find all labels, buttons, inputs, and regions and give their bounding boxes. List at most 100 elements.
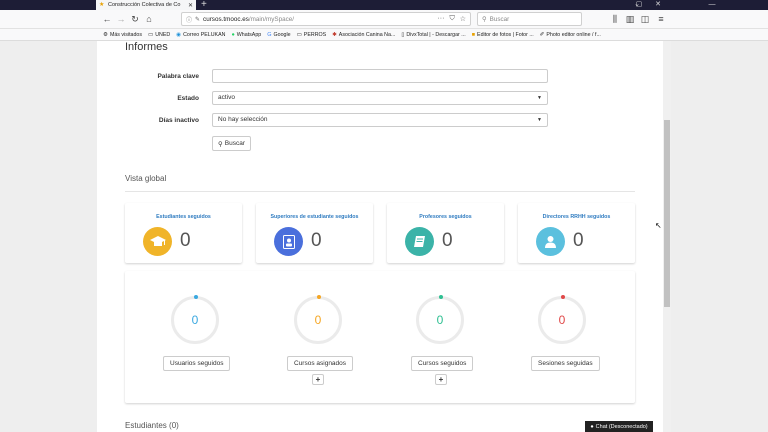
card-followed-students[interactable]: Estudiantes seguidos 0 (125, 203, 242, 263)
progress-dot (317, 295, 321, 299)
book-icon (405, 227, 434, 256)
bookmark-item[interactable]: ⚙ Más visitados (103, 32, 142, 38)
page-actions-icon[interactable]: ··· (437, 15, 444, 23)
caret-down-icon: ▼ (537, 117, 542, 123)
mouse-cursor-icon: ↖ (655, 221, 662, 230)
chat-button[interactable]: ● Chat (Desconectado) (585, 421, 653, 432)
main-content: Informes Palabra clave Estado activo ▼ D… (97, 41, 663, 432)
whatsapp-icon: ● (231, 31, 235, 38)
stat-ring: 0 (294, 295, 342, 344)
stat-ring: 0 (416, 295, 464, 344)
card-followed-superiors[interactable]: Superiores de estudiante seguidos 0 (256, 203, 373, 263)
progress-dot (194, 295, 198, 299)
inactive-days-select[interactable]: No hay selección ▼ (212, 113, 548, 127)
site-icon: ✎ (195, 16, 201, 23)
screenshot-icon[interactable]: ◫ (639, 13, 651, 25)
id-badge-icon (274, 227, 303, 256)
search-button[interactable]: ⚲ Buscar (212, 136, 251, 151)
stat-ring: 0 (171, 295, 219, 344)
folder-icon: ▭ (296, 31, 302, 38)
navigation-bar: ← → ↻ ⌂ ⓘ ✎ cursos.tmooc.es/main/mySpace… (0, 10, 768, 29)
bookmark-item[interactable]: ▭ PERROS (297, 32, 327, 38)
bookmark-item[interactable]: ✱ Asociación Canina Na... (332, 32, 395, 38)
card-followed-hr-directors[interactable]: Directores RRHH seguidos 0 (518, 203, 635, 263)
library-icon[interactable]: ⫼ (609, 13, 621, 25)
divider (125, 191, 635, 192)
mail-icon: ◉ (176, 31, 182, 38)
card-label: Directores RRHH seguidos (542, 214, 611, 220)
search-placeholder: Buscar (489, 15, 510, 23)
paw-icon: ✱ (332, 31, 337, 38)
chat-label: Chat (Desconectado) (595, 423, 648, 430)
browser-tab[interactable]: ★ Construcción Colectiva de Co ✕ (96, 0, 196, 10)
bookmark-item[interactable]: ▭ UNED (148, 32, 170, 38)
followed-users-button[interactable]: Usuarios seguidos (163, 356, 231, 371)
bookmark-item[interactable]: ■ Editor de fotos | Fotor ... (472, 32, 534, 38)
progress-dot (439, 295, 443, 299)
chat-icon: ● (590, 423, 594, 430)
card-value: 0 (442, 230, 453, 251)
graduation-cap-icon (143, 227, 172, 256)
card-label: Profesores seguidos (419, 214, 472, 220)
info-icon[interactable]: ⓘ (186, 15, 192, 24)
forward-icon[interactable]: → (115, 13, 127, 25)
stats-panel: 0 Usuarios seguidos 0 Cursos asignados +… (125, 271, 635, 403)
bookmarks-bar: ⚙ Más visitados ▭ UNED ◉ Correo PELUKAN ● Wh… (0, 29, 768, 41)
card-followed-teachers[interactable]: Profesores seguidos 0 (387, 203, 504, 263)
followed-courses-button[interactable]: Cursos seguidos (411, 356, 474, 371)
tab-title: Construcción Colectiva de Co (108, 2, 181, 8)
bookmark-item[interactable]: ✐ Photo editor online / f... (540, 32, 601, 38)
bookmark-item[interactable]: ▯ DivxTotal | - Descargar ... (401, 32, 465, 38)
page-icon: ▯ (401, 31, 405, 38)
state-select-value: activo (218, 94, 235, 101)
followed-sessions-button[interactable]: Sesiones seguidas (531, 356, 600, 371)
state-label: Estado (177, 95, 199, 102)
gear-icon: ⚙ (103, 31, 108, 38)
close-window-icon[interactable]: ✕ (651, 0, 665, 10)
expand-followed-courses-button[interactable]: + (435, 374, 447, 385)
photo-icon: ■ (471, 31, 476, 38)
inactive-days-value: No hay selección (218, 116, 268, 123)
user-icon (536, 227, 565, 256)
back-icon[interactable]: ← (101, 13, 113, 25)
menu-icon[interactable]: ≡ (655, 13, 667, 25)
maximize-icon[interactable]: ▢ (632, 0, 646, 10)
bookmark-item[interactable]: ● WhatsApp (231, 32, 261, 38)
home-icon[interactable]: ⌂ (143, 13, 155, 25)
url-text: cursos.tmooc.es/main/mySpace/ (203, 15, 295, 23)
progress-dot (561, 295, 565, 299)
search-button-label: Buscar (224, 140, 245, 147)
overview-title: Vista global (125, 174, 167, 183)
state-select[interactable]: activo ▼ (212, 91, 548, 105)
keyword-label: Palabra clave (157, 73, 199, 80)
reload-icon[interactable]: ↻ (129, 13, 141, 25)
stat-value: 0 (191, 313, 199, 327)
sidebar-icon[interactable]: ▥ (624, 13, 636, 25)
search-icon: ⚲ (218, 140, 223, 148)
folder-icon: ▭ (148, 31, 154, 38)
stat-value: 0 (314, 313, 322, 327)
bookmark-star-icon[interactable]: ☆ (460, 15, 466, 23)
assigned-courses-button[interactable]: Cursos asignados (287, 356, 354, 371)
stat-ring: 0 (538, 295, 586, 344)
expand-assigned-courses-button[interactable]: + (312, 374, 324, 385)
tab-close-icon[interactable]: ✕ (188, 2, 193, 9)
minimize-icon[interactable]: — (705, 0, 719, 10)
search-icon: ⚲ (482, 15, 487, 23)
page-title: Informes (125, 41, 168, 53)
search-bar[interactable]: ⚲ Buscar (477, 12, 582, 26)
url-bar[interactable]: ⓘ ✎ cursos.tmooc.es/main/mySpace/ ··· ⛉ … (181, 12, 471, 26)
bookmark-item[interactable]: G Google (267, 32, 290, 38)
students-section-title: Estudiantes (0) (125, 421, 179, 430)
card-label: Superiores de estudiante seguidos (270, 214, 359, 220)
brush-icon: ✐ (539, 31, 545, 38)
new-tab-icon[interactable]: + (201, 0, 207, 10)
pocket-icon[interactable]: ⛉ (449, 15, 454, 23)
site-favicon-icon: ★ (99, 2, 105, 8)
bookmark-item[interactable]: ◉ Correo PELUKAN (176, 32, 225, 38)
caret-down-icon: ▼ (537, 95, 542, 101)
keyword-input[interactable] (212, 69, 548, 83)
card-label: Estudiantes seguidos (156, 214, 211, 220)
card-value: 0 (180, 230, 191, 251)
scrollbar-thumb[interactable] (664, 120, 670, 307)
